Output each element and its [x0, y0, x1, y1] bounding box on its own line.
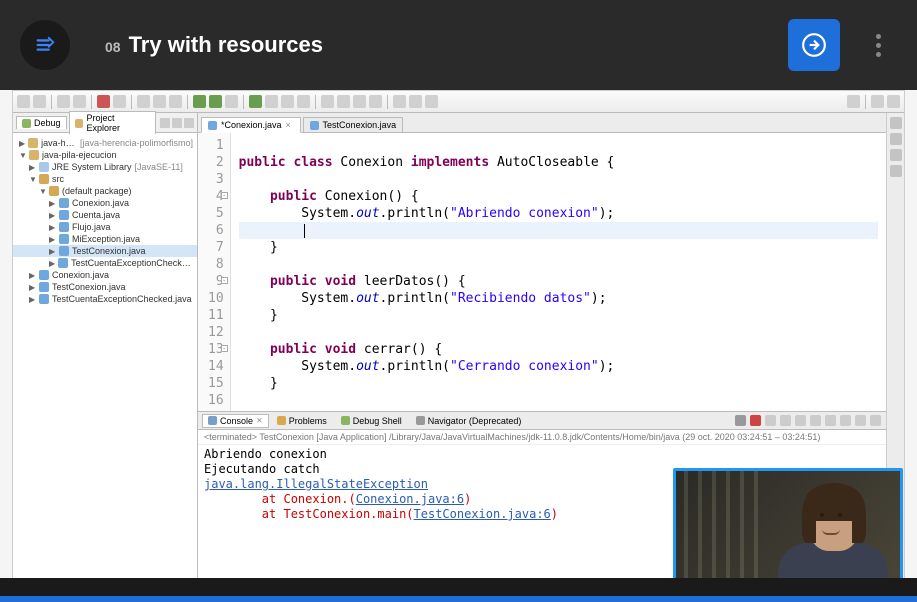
view-menu-icon[interactable] — [160, 118, 170, 128]
line-gutter: 1234-56789-10111213-14151617-18192021 — [198, 133, 231, 411]
more-options-button[interactable] — [870, 28, 887, 63]
editor-tab-label: *Conexion.java — [221, 120, 282, 130]
other-view-icon[interactable] — [890, 165, 902, 177]
tab-debug-label: Debug — [34, 118, 61, 128]
lesson-header: 08 Try with resources — [0, 0, 917, 90]
editor-tabs: *Conexion.java × TestConexion.java — [198, 113, 904, 133]
code-editor[interactable]: 1234-56789-10111213-14151617-18192021 pu… — [198, 133, 886, 411]
maximize-icon[interactable] — [184, 118, 194, 128]
tab-navigator[interactable]: Navigator (Deprecated) — [410, 414, 528, 428]
bookmarks-icon[interactable] — [890, 149, 902, 161]
tab-debug-shell[interactable]: Debug Shell — [335, 414, 408, 428]
terminate-icon[interactable] — [735, 415, 746, 426]
tree-file[interactable]: ▶Conexion.java — [13, 269, 197, 281]
clear-console-icon[interactable] — [780, 415, 791, 426]
menu-button[interactable] — [20, 20, 70, 70]
arrow-right-circle-icon — [801, 32, 827, 58]
editor-tab-label: TestConexion.java — [323, 120, 397, 130]
video-progress-bar[interactable] — [0, 596, 917, 602]
tab-problems[interactable]: Problems — [271, 414, 333, 428]
outline-icon[interactable] — [890, 117, 902, 129]
tab-debug-shell-label: Debug Shell — [353, 416, 402, 426]
tree-file[interactable]: ▶TestCuentaExceptionChecked.java — [13, 293, 197, 305]
console-tabs: Console⨯ Problems Debug Shell Navigator … — [198, 412, 886, 430]
pin-console-icon[interactable] — [810, 415, 821, 426]
tree-src[interactable]: ▼src — [13, 173, 197, 185]
project-explorer-panel: Debug Project Explorer ▶java-herencia-po… — [13, 113, 198, 579]
java-file-icon — [208, 121, 217, 130]
tab-project-explorer[interactable]: Project Explorer — [69, 111, 157, 134]
left-view-tabs: Debug Project Explorer — [13, 113, 197, 133]
tab-console-label: Console — [220, 416, 253, 426]
project-tree[interactable]: ▶java-herencia-polimorfismo[java-herenci… — [13, 133, 197, 579]
menu-arrow-icon — [34, 34, 56, 56]
editor-tab-active[interactable]: *Conexion.java × — [201, 117, 301, 133]
tree-file[interactable]: ▶Conexion.java — [13, 197, 197, 209]
tree-file[interactable]: ▶TestCuentaExceptionChecked.java — [13, 257, 197, 269]
tab-navigator-label: Navigator (Deprecated) — [428, 416, 522, 426]
next-button[interactable] — [788, 19, 840, 71]
tree-jre[interactable]: ▶JRE System Library [JavaSE-11] — [13, 161, 197, 173]
remove-all-icon[interactable] — [765, 415, 776, 426]
tab-debug[interactable]: Debug — [16, 116, 67, 129]
tab-project-explorer-label: Project Explorer — [86, 113, 150, 133]
tab-console[interactable]: Console⨯ — [202, 414, 269, 428]
minimize-icon[interactable] — [855, 415, 866, 426]
code-area[interactable]: public class Conexion implements AutoClo… — [231, 133, 886, 411]
editor-tab[interactable]: TestConexion.java — [303, 117, 404, 133]
tree-project[interactable]: ▶java-herencia-polimorfismo[java-herenci… — [13, 137, 197, 149]
lesson-title-area: 08 Try with resources — [105, 32, 323, 58]
java-file-icon — [310, 121, 319, 130]
tree-package[interactable]: ▼(default package) — [13, 185, 197, 197]
close-icon[interactable]: × — [286, 121, 294, 129]
tree-file[interactable]: ▶MiException.java — [13, 233, 197, 245]
display-console-icon[interactable] — [825, 415, 836, 426]
console-status: <terminated> TestConexion [Java Applicat… — [198, 430, 886, 445]
ide-toolbar[interactable] — [13, 91, 904, 113]
video-controls-bar[interactable] — [0, 578, 917, 596]
lesson-title: Try with resources — [129, 32, 323, 58]
tree-file[interactable]: ▶Cuenta.java — [13, 209, 197, 221]
tree-project[interactable]: ▼java-pila-ejecucion — [13, 149, 197, 161]
presenter-webcam — [673, 468, 903, 588]
lesson-number: 08 — [105, 39, 121, 55]
minimize-icon[interactable] — [172, 118, 182, 128]
scroll-lock-icon[interactable] — [795, 415, 806, 426]
tree-file[interactable]: ▶TestConexion.java — [13, 245, 197, 257]
remove-launch-icon[interactable] — [750, 415, 761, 426]
tree-file[interactable]: ▶TestConexion.java — [13, 281, 197, 293]
maximize-icon[interactable] — [870, 415, 881, 426]
task-list-icon[interactable] — [890, 133, 902, 145]
open-console-icon[interactable] — [840, 415, 851, 426]
tree-file[interactable]: ▶Flujo.java — [13, 221, 197, 233]
tab-problems-label: Problems — [289, 416, 327, 426]
